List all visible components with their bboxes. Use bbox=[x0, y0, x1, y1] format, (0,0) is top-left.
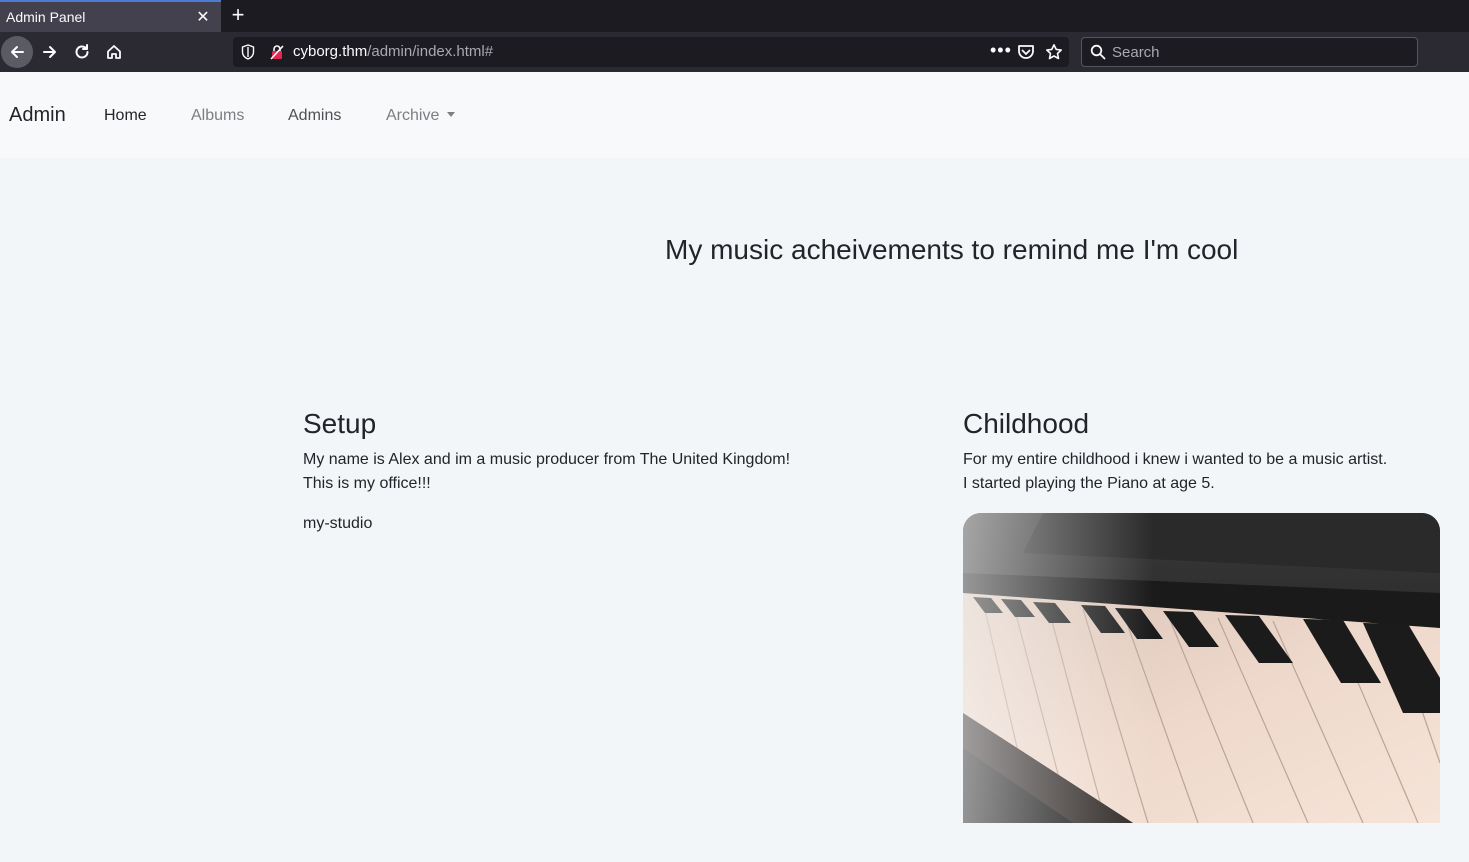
navbar-brand[interactable]: Admin bbox=[9, 104, 66, 127]
setup-line-2: This is my office!!! bbox=[303, 475, 431, 492]
page-content: Admin Home Albums Admins Archive My musi… bbox=[0, 72, 1469, 862]
browser-search-bar[interactable] bbox=[1081, 37, 1418, 67]
childhood-line-2: I started playing the Piano at age 5. bbox=[963, 475, 1215, 492]
arrow-left-icon bbox=[11, 46, 24, 58]
pocket-icon[interactable] bbox=[1017, 44, 1035, 60]
childhood-text: For my entire childhood i knew i wanted … bbox=[963, 448, 1387, 496]
reload-icon bbox=[75, 44, 89, 59]
childhood-heading: Childhood bbox=[963, 408, 1090, 439]
piano-image bbox=[963, 513, 1440, 823]
nav-link-admins[interactable]: Admins bbox=[288, 107, 341, 125]
browser-tab[interactable]: Admin Panel ✕ bbox=[0, 0, 221, 32]
insecure-lock-icon[interactable] bbox=[269, 44, 285, 60]
shield-icon[interactable] bbox=[241, 44, 255, 60]
site-navbar: Admin Home Albums Admins Archive bbox=[0, 72, 1469, 158]
archive-label: Archive bbox=[386, 107, 440, 124]
home-button[interactable] bbox=[98, 36, 130, 68]
browser-toolbar: cyborg.thm/admin/index.html# ••• bbox=[0, 32, 1469, 72]
home-icon bbox=[107, 45, 121, 59]
forward-button[interactable] bbox=[34, 36, 66, 68]
setup-text: My name is Alex and im a music producer … bbox=[303, 448, 790, 496]
nav-dropdown-archive[interactable]: Archive bbox=[386, 107, 456, 125]
broken-image-alt-text: my-studio bbox=[303, 515, 373, 532]
back-button[interactable] bbox=[1, 36, 33, 68]
page-actions-icon[interactable]: ••• bbox=[990, 40, 1012, 61]
setup-line-1: My name is Alex and im a music producer … bbox=[303, 451, 791, 468]
setup-heading: Setup bbox=[303, 408, 377, 439]
url-host: cyborg.thm bbox=[293, 43, 368, 60]
reload-button[interactable] bbox=[66, 36, 98, 68]
caret-down-icon bbox=[447, 112, 456, 117]
address-bar[interactable]: cyborg.thm/admin/index.html# ••• bbox=[233, 37, 1069, 67]
close-tab-icon[interactable]: ✕ bbox=[191, 5, 215, 29]
url-text[interactable]: cyborg.thm/admin/index.html# bbox=[293, 43, 493, 60]
browser-tab-bar: Admin Panel ✕ + bbox=[0, 0, 1469, 32]
nav-link-albums[interactable]: Albums bbox=[191, 107, 244, 125]
arrow-right-icon bbox=[43, 46, 56, 58]
piano-keys-photo bbox=[963, 513, 1440, 823]
search-icon bbox=[1090, 44, 1106, 60]
bookmark-star-icon[interactable] bbox=[1045, 43, 1063, 61]
new-tab-icon[interactable]: + bbox=[226, 3, 250, 27]
tab-title: Admin Panel bbox=[6, 9, 86, 25]
search-input[interactable] bbox=[1112, 38, 1412, 66]
url-path: /admin/index.html# bbox=[367, 43, 494, 60]
childhood-line-1: For my entire childhood i knew i wanted … bbox=[963, 451, 1388, 468]
nav-link-home[interactable]: Home bbox=[104, 107, 147, 125]
hero-title: My music acheivements to remind me I'm c… bbox=[665, 234, 1239, 265]
